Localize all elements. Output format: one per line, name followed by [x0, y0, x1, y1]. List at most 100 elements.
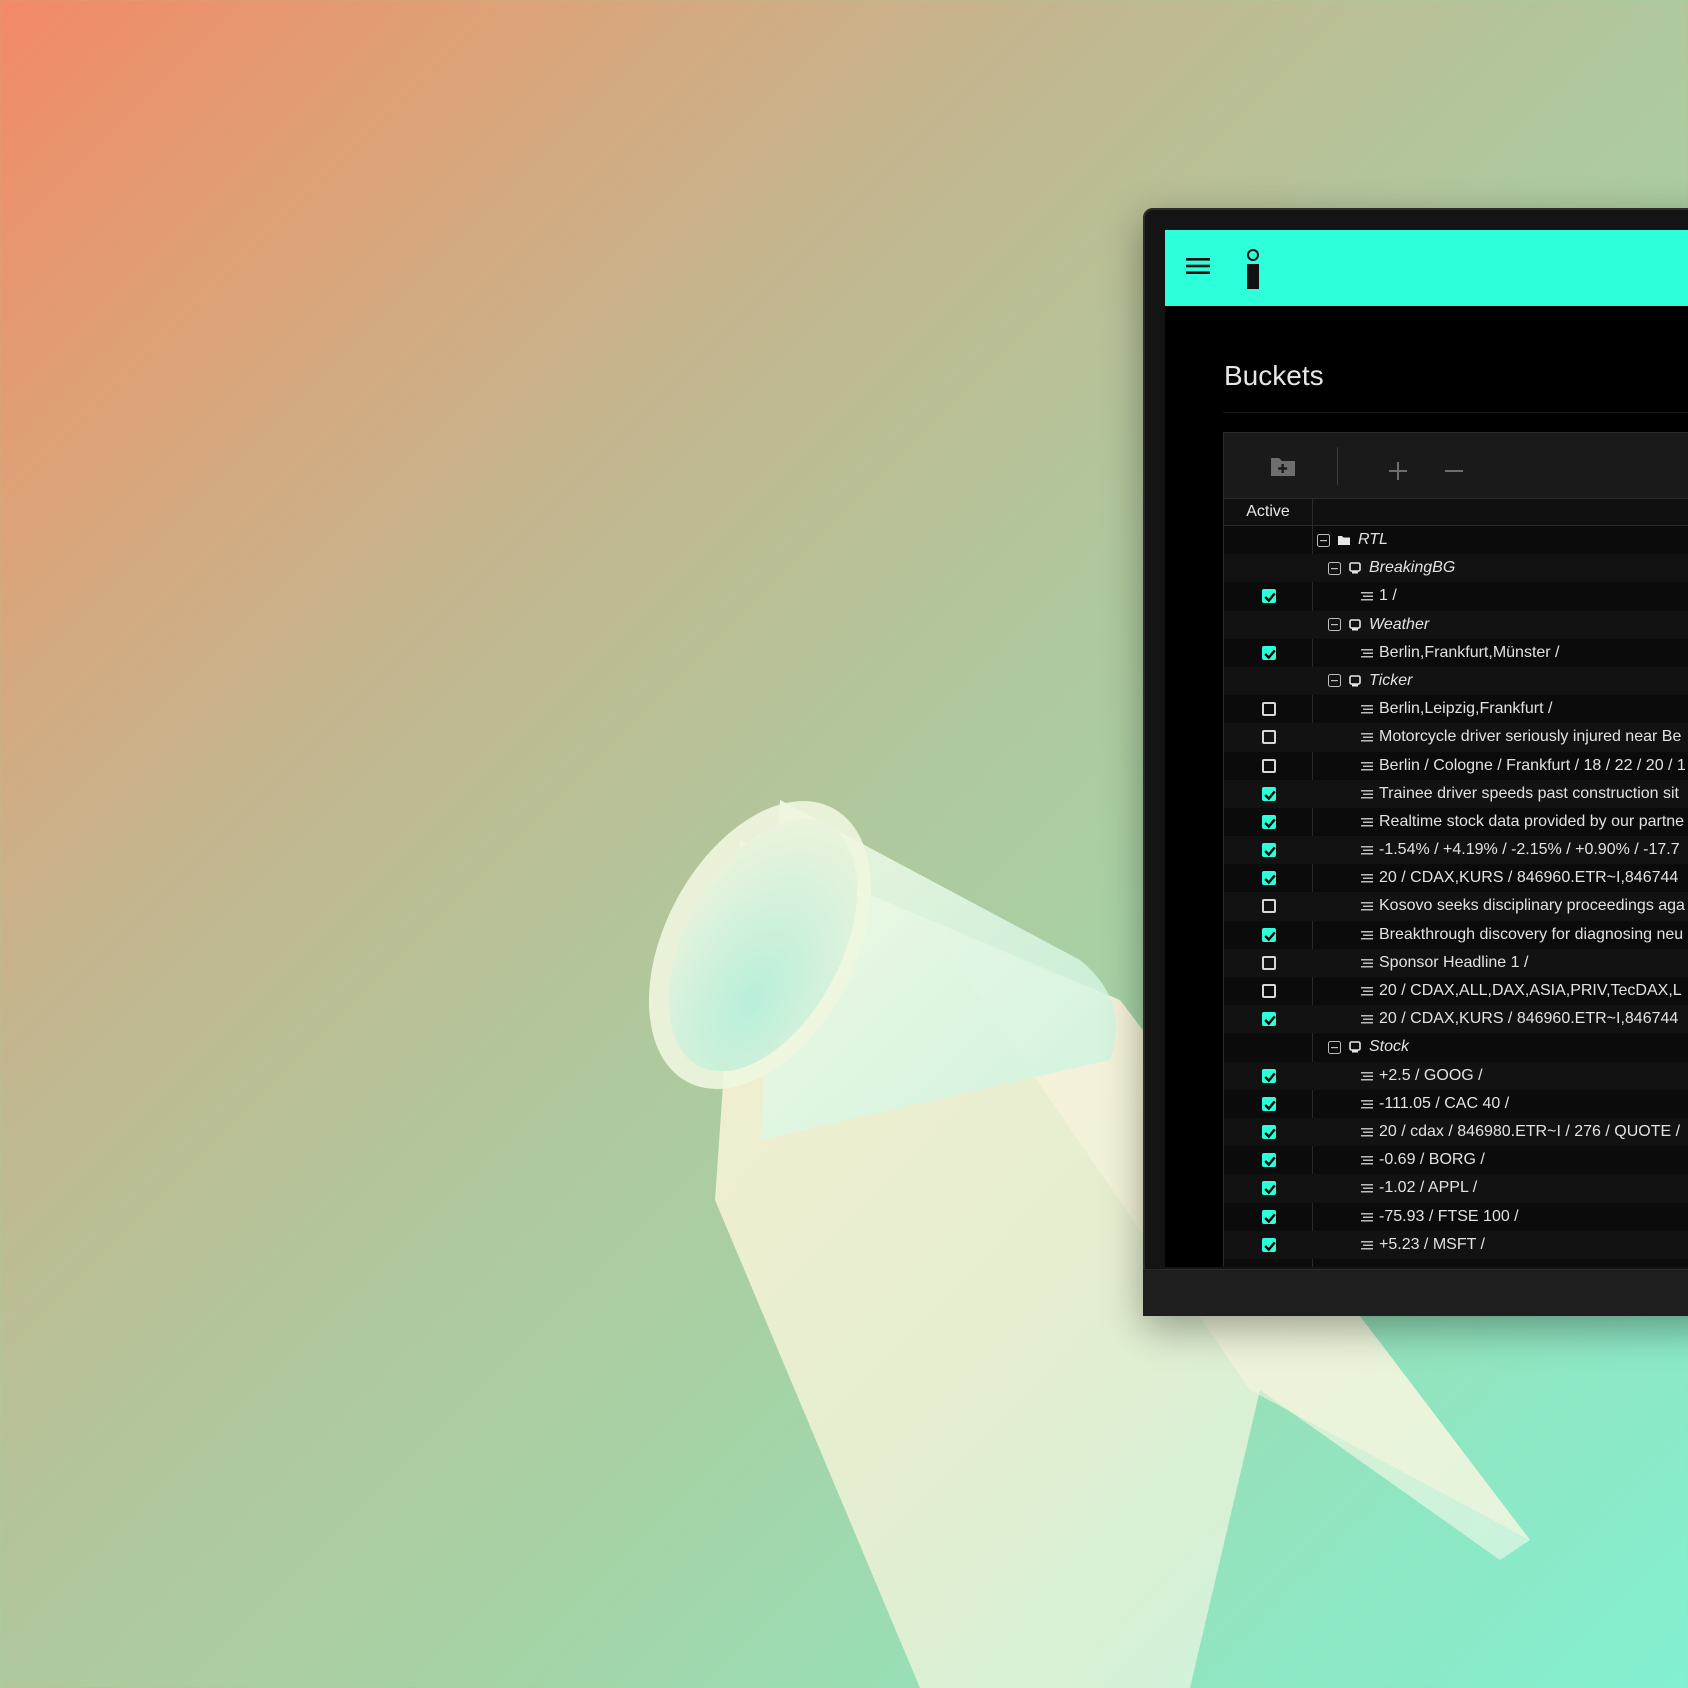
bucket-icon [1349, 675, 1361, 687]
grid-rows: RTL BreakingBG 1 / Weather Berlin,Frankfurt,… [1224, 526, 1688, 1259]
collapse-toggle-icon[interactable] [1328, 561, 1341, 575]
active-checkbox[interactable] [1262, 899, 1276, 914]
table-row[interactable]: Berlin,Frankfurt,Münster / [1224, 639, 1688, 667]
folder-row[interactable]: RTL [1224, 526, 1688, 554]
active-checkbox[interactable] [1262, 843, 1276, 858]
item-label: +5.23 / MSFT / [1379, 1235, 1485, 1253]
toolbar-separator [1337, 447, 1338, 485]
tree-cell: Breakthrough discovery for diagnosing ne… [1361, 921, 1683, 949]
table-row[interactable]: Breakthrough discovery for diagnosing ne… [1224, 921, 1688, 949]
bucket-row[interactable]: Ticker [1224, 666, 1688, 696]
table-row[interactable]: 20 / CDAX,KURS / 846960.ETR~I,846744 [1224, 1005, 1688, 1034]
info-logo-icon [1247, 249, 1259, 289]
table-row[interactable]: +2.5 / GOOG / [1224, 1061, 1688, 1090]
checkmark-icon [1264, 790, 1276, 801]
active-checkbox[interactable] [1262, 955, 1276, 970]
plus-icon[interactable] [1388, 461, 1408, 481]
table-row[interactable]: Sponsor Headline 1 / [1224, 948, 1688, 977]
folder-plus-icon[interactable] [1270, 455, 1296, 477]
active-checkbox[interactable] [1262, 1237, 1276, 1252]
minus-icon[interactable] [1444, 461, 1464, 481]
active-checkbox[interactable] [1262, 1153, 1276, 1168]
table-row[interactable]: 20 / cdax / 846980.ETR~I / 276 / QUOTE / [1224, 1117, 1688, 1147]
active-checkbox[interactable] [1262, 758, 1276, 773]
collapse-toggle-icon[interactable] [1328, 674, 1341, 688]
active-checkbox[interactable] [1262, 814, 1276, 829]
item-label: -0.69 / BORG / [1379, 1151, 1485, 1169]
table-row[interactable]: -1.54% / +4.19% / -2.15% / +0.90% / -17.… [1224, 836, 1688, 865]
active-checkbox[interactable] [1262, 984, 1276, 998]
tree-cell: 20 / cdax / 846980.ETR~I / 276 / QUOTE / [1361, 1118, 1680, 1146]
text-lines-icon [1361, 761, 1373, 770]
active-checkbox[interactable] [1262, 1096, 1276, 1111]
table-row[interactable]: 20 / CDAX,ALL,DAX,ASIA,PRIV,TecDAX,L [1224, 977, 1688, 1005]
bucket-label: Weather [1369, 615, 1430, 633]
hamburger-menu-icon[interactable] [1186, 256, 1210, 276]
bucket-row[interactable]: Weather [1224, 610, 1688, 639]
tree-cell: Realtime stock data provided by our part… [1361, 808, 1684, 836]
text-lines-icon [1361, 733, 1373, 742]
tree-cell: BreakingBG [1328, 554, 1455, 582]
active-checkbox[interactable] [1262, 1181, 1276, 1196]
table-row[interactable]: Motorcycle driver seriously injured near… [1224, 723, 1688, 752]
text-lines-icon [1361, 1240, 1373, 1250]
column-header-active[interactable]: Active [1224, 499, 1313, 525]
tree-cell: Motorcycle driver seriously injured near… [1361, 723, 1681, 751]
checkmark-icon [1264, 846, 1276, 857]
table-row[interactable]: Realtime stock data provided by our part… [1224, 808, 1688, 836]
table-row[interactable]: -75.93 / FTSE 100 / [1224, 1203, 1688, 1231]
text-lines-icon [1361, 1015, 1373, 1024]
checkmark-icon [1264, 1213, 1276, 1223]
checkmark-icon [1264, 874, 1276, 885]
tree-cell: 20 / CDAX,KURS / 846960.ETR~I,846744 [1361, 864, 1678, 892]
tree-cell: Berlin,Frankfurt,Münster / [1361, 639, 1560, 667]
collapse-toggle-icon[interactable] [1328, 618, 1341, 632]
checkmark-icon [1264, 1184, 1276, 1195]
checkmark-icon [1264, 818, 1276, 829]
active-checkbox[interactable] [1262, 1209, 1276, 1224]
table-row[interactable]: Berlin,Leipzig,Frankfurt / [1224, 695, 1688, 723]
item-label: 20 / CDAX,KURS / 846960.ETR~I,846744 [1379, 869, 1679, 887]
active-checkbox[interactable] [1262, 1068, 1276, 1083]
table-row[interactable]: 1 / [1224, 582, 1688, 610]
text-lines-icon [1361, 817, 1373, 827]
table-row[interactable]: +5.23 / MSFT / [1224, 1230, 1688, 1259]
active-checkbox[interactable] [1262, 1012, 1276, 1027]
item-label: Motorcycle driver seriously injured near… [1379, 728, 1682, 746]
text-lines-icon [1361, 648, 1373, 658]
checkmark-icon [1264, 1100, 1276, 1111]
active-checkbox[interactable] [1262, 730, 1276, 745]
item-label: 1 / [1379, 587, 1397, 605]
text-lines-icon [1361, 1071, 1373, 1081]
tree-cell: 20 / CDAX,ALL,DAX,ASIA,PRIV,TecDAX,L [1361, 977, 1682, 1005]
collapse-toggle-icon[interactable] [1328, 1040, 1341, 1054]
bucket-row[interactable]: Stock [1224, 1033, 1688, 1061]
text-lines-icon [1361, 705, 1373, 714]
collapse-toggle-icon[interactable] [1317, 533, 1330, 547]
item-label: 20 / CDAX,KURS / 846960.ETR~I,846744 [1379, 1010, 1679, 1028]
grid-toolbar [1224, 433, 1688, 499]
active-checkbox[interactable] [1262, 589, 1276, 604]
table-row[interactable]: -0.69 / BORG / [1224, 1146, 1688, 1174]
table-row[interactable]: Trainee driver speeds past construction … [1224, 779, 1688, 808]
table-row[interactable]: -111.05 / CAC 40 / [1224, 1090, 1688, 1118]
table-row[interactable]: -1.02 / APPL / [1224, 1174, 1688, 1203]
table-row[interactable]: 20 / CDAX,KURS / 846960.ETR~I,846744 [1224, 864, 1688, 892]
table-row[interactable]: Kosovo seeks disciplinary proceedings ag… [1224, 892, 1688, 921]
bucket-row[interactable]: BreakingBG [1224, 554, 1688, 583]
item-label: 20 / CDAX,ALL,DAX,ASIA,PRIV,TecDAX,L [1379, 982, 1682, 999]
text-lines-icon [1361, 789, 1373, 799]
tree-cell: -0.69 / BORG / [1361, 1146, 1485, 1174]
text-lines-icon [1361, 930, 1373, 940]
active-checkbox[interactable] [1262, 786, 1276, 801]
tree-cell: -1.02 / APPL / [1361, 1174, 1477, 1202]
active-checkbox[interactable] [1262, 645, 1276, 660]
text-lines-icon [1361, 958, 1373, 968]
active-checkbox[interactable] [1262, 927, 1276, 942]
text-lines-icon [1361, 1212, 1373, 1221]
active-checkbox[interactable] [1262, 702, 1276, 717]
active-checkbox[interactable] [1262, 1124, 1276, 1139]
folder-icon [1338, 536, 1350, 545]
table-row[interactable]: Berlin / Cologne / Frankfurt / 18 / 22 /… [1224, 752, 1688, 780]
active-checkbox[interactable] [1262, 871, 1276, 886]
